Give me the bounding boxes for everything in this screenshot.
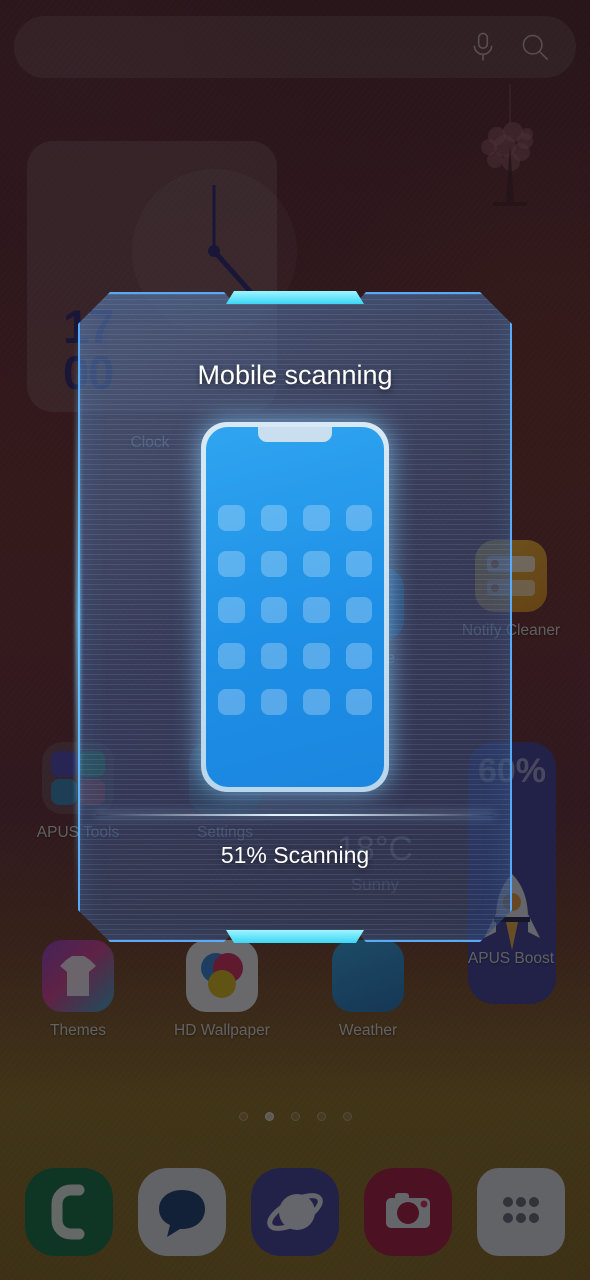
home-screen: 17 00 Clock Storage Notify Cleaner APUS …	[0, 0, 590, 1280]
phone-notch	[258, 427, 332, 442]
panel-bottom-notch	[226, 930, 364, 943]
mobile-scanning-dialog: Mobile scanning 51% Scanning	[76, 291, 512, 943]
phone-app-grid	[218, 505, 372, 715]
panel-top-notch	[226, 291, 364, 304]
scan-status-text: 51% Scanning	[220, 842, 370, 868]
panel-edge-glow	[76, 322, 80, 912]
scan-title: Mobile scanning	[197, 360, 393, 390]
scan-beam-line	[96, 814, 494, 816]
phone-scan-illustration	[201, 422, 389, 792]
